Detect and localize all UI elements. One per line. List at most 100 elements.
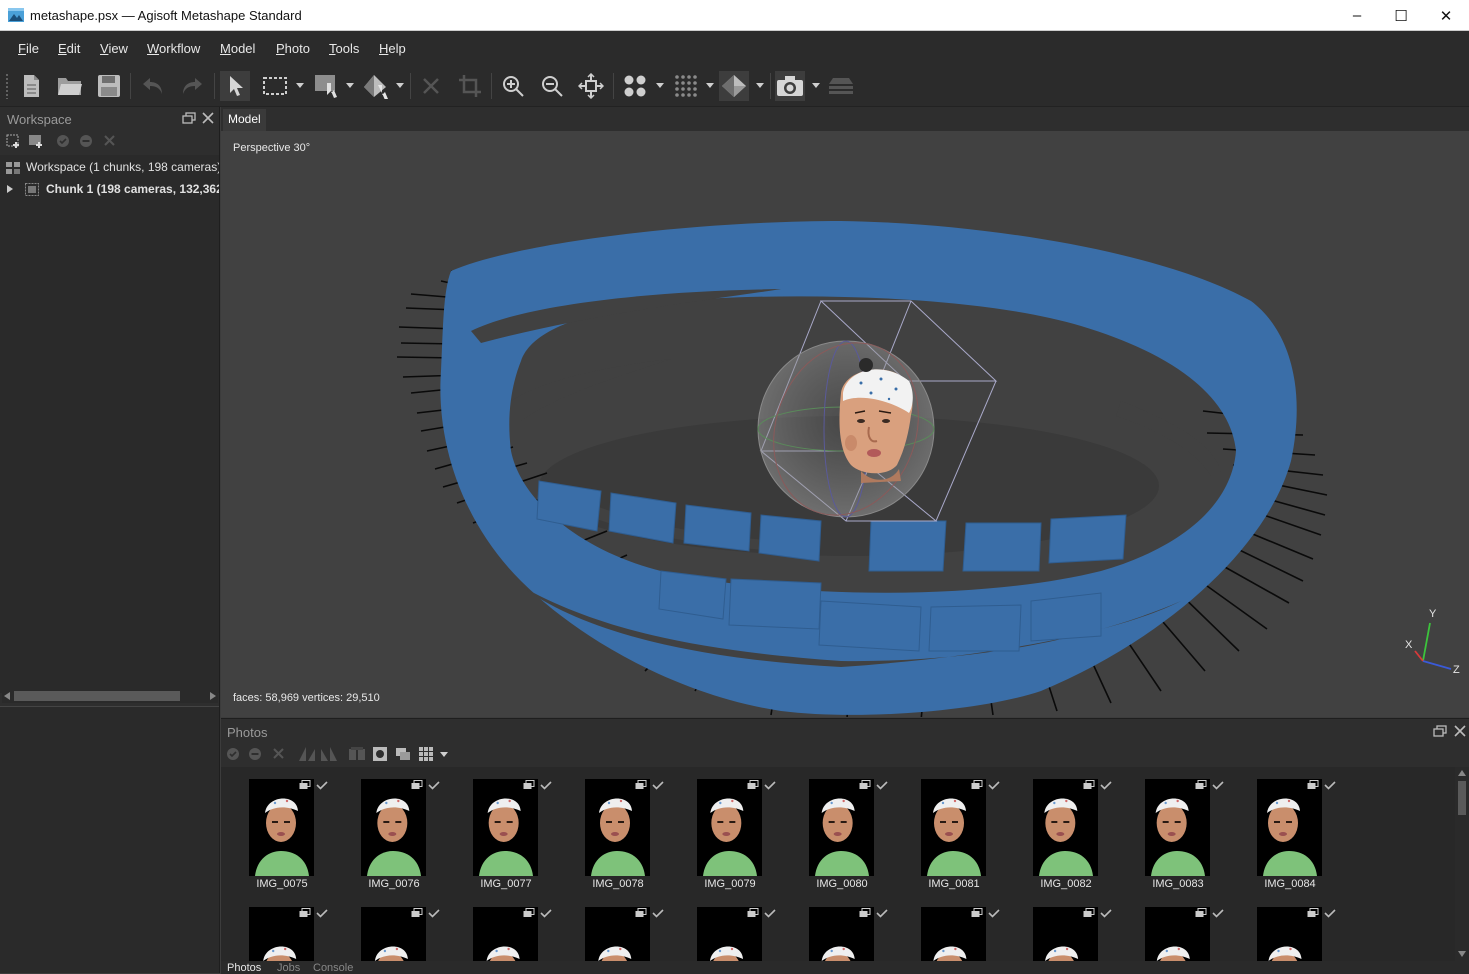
zoom-out-button[interactable]: [537, 71, 567, 101]
photo-thumbnail[interactable]: IMG_0076: [333, 767, 445, 890]
chevron-down-icon[interactable]: [296, 83, 304, 88]
undo-button[interactable]: [138, 71, 168, 101]
scene-svg[interactable]: [221, 131, 1469, 717]
enabled-check-icon[interactable]: [988, 909, 1000, 918]
enabled-check-icon[interactable]: [1100, 781, 1112, 790]
photo-thumbnail[interactable]: [557, 895, 669, 961]
rectangle-selection-button[interactable]: [260, 71, 290, 101]
close-button[interactable]: ✕: [1423, 0, 1469, 31]
photo-thumbnail[interactable]: IMG_0077: [445, 767, 557, 890]
rotate-left-icon[interactable]: [298, 746, 316, 762]
photo-thumbnail[interactable]: IMG_0083: [1117, 767, 1229, 890]
tab-console[interactable]: Console: [313, 962, 353, 974]
model-viewport[interactable]: Perspective 30° faces: 58,969 vertices: …: [221, 131, 1469, 717]
photo-thumbnail[interactable]: [781, 895, 893, 961]
enable-icon[interactable]: [56, 134, 70, 148]
float-pane-icon[interactable]: [182, 112, 196, 124]
new-document-button[interactable]: [16, 71, 46, 101]
enabled-check-icon[interactable]: [1212, 909, 1224, 918]
photo-thumbnail[interactable]: [333, 895, 445, 961]
photo-thumbnail[interactable]: IMG_0079: [669, 767, 781, 890]
photo-thumbnail[interactable]: [1229, 895, 1341, 961]
scroll-right-icon[interactable]: [210, 692, 216, 700]
photos-vertical-scrollbar[interactable]: [1455, 767, 1469, 961]
photo-thumbnail[interactable]: IMG_0084: [1229, 767, 1341, 890]
delete-selection-button[interactable]: [416, 71, 446, 101]
enabled-check-icon[interactable]: [1324, 909, 1336, 918]
point-cloud-button[interactable]: [620, 71, 650, 101]
crop-selection-button[interactable]: [455, 71, 485, 101]
save-button[interactable]: [94, 71, 124, 101]
photo-thumbnail[interactable]: IMG_0075: [221, 767, 333, 890]
open-button[interactable]: [55, 71, 85, 101]
menu-edit[interactable]: Edit: [58, 41, 80, 56]
photo-thumbnail[interactable]: [221, 895, 333, 961]
maximize-button[interactable]: ☐: [1378, 0, 1424, 31]
disable-icon[interactable]: [248, 747, 262, 761]
reset-view-button[interactable]: [576, 71, 606, 101]
photo-thumbnail[interactable]: [1117, 895, 1229, 961]
tab-photos[interactable]: Photos: [227, 962, 261, 974]
chevron-down-icon[interactable]: [346, 83, 354, 88]
enabled-check-icon[interactable]: [1324, 781, 1336, 790]
tab-jobs[interactable]: Jobs: [277, 962, 300, 974]
scroll-down-icon[interactable]: [1458, 951, 1466, 957]
photo-thumbnail[interactable]: IMG_0082: [1005, 767, 1117, 890]
chevron-down-icon[interactable]: [756, 83, 764, 88]
chevron-down-icon[interactable]: [440, 752, 448, 757]
photo-thumbnail[interactable]: [1005, 895, 1117, 961]
move-region-button[interactable]: [312, 71, 342, 101]
expand-arrow-icon[interactable]: [7, 185, 13, 193]
float-pane-icon[interactable]: [1433, 725, 1447, 737]
redo-button[interactable]: [177, 71, 207, 101]
scrollbar-thumb[interactable]: [14, 691, 180, 701]
enabled-check-icon[interactable]: [1212, 781, 1224, 790]
enabled-check-icon[interactable]: [764, 909, 776, 918]
scroll-left-icon[interactable]: [4, 692, 10, 700]
menu-model[interactable]: Model: [220, 41, 255, 56]
enabled-check-icon[interactable]: [988, 781, 1000, 790]
menu-help[interactable]: Help: [379, 41, 406, 56]
enabled-check-icon[interactable]: [652, 909, 664, 918]
chevron-down-icon[interactable]: [396, 83, 404, 88]
scrollbar-thumb[interactable]: [1458, 781, 1466, 815]
photo-thumbnail[interactable]: IMG_0081: [893, 767, 1005, 890]
minimize-button[interactable]: –: [1334, 0, 1380, 31]
chunk-item[interactable]: Chunk 1 (198 cameras, 132,362 points): [5, 181, 219, 203]
remove-icon[interactable]: [103, 134, 116, 147]
close-pane-icon[interactable]: [202, 112, 214, 124]
add-photos-icon[interactable]: [28, 134, 44, 149]
menu-tools[interactable]: Tools: [329, 41, 359, 56]
scroll-up-icon[interactable]: [1458, 770, 1466, 776]
shading-button[interactable]: [361, 71, 391, 101]
chevron-down-icon[interactable]: [812, 83, 820, 88]
masks-icon[interactable]: [348, 746, 366, 762]
remove-icon[interactable]: [272, 747, 285, 760]
enabled-check-icon[interactable]: [316, 909, 328, 918]
show-masks-icon[interactable]: [372, 746, 388, 762]
enabled-check-icon[interactable]: [316, 781, 328, 790]
disable-icon[interactable]: [79, 134, 93, 148]
photo-thumbnail[interactable]: [445, 895, 557, 961]
menu-file[interactable]: File: [18, 41, 39, 56]
photo-info-icon[interactable]: [395, 747, 411, 761]
enabled-check-icon[interactable]: [876, 909, 888, 918]
view-mode-icon[interactable]: [418, 746, 434, 762]
enabled-check-icon[interactable]: [540, 781, 552, 790]
enabled-check-icon[interactable]: [540, 909, 552, 918]
show-cameras-button[interactable]: [775, 71, 805, 101]
enabled-check-icon[interactable]: [876, 781, 888, 790]
dense-cloud-button[interactable]: [671, 71, 701, 101]
chevron-down-icon[interactable]: [706, 83, 714, 88]
toolbar-grip[interactable]: [5, 73, 9, 99]
chevron-down-icon[interactable]: [656, 83, 664, 88]
close-pane-icon[interactable]: [1454, 725, 1466, 737]
enabled-check-icon[interactable]: [1100, 909, 1112, 918]
menu-workflow[interactable]: Workflow: [147, 41, 200, 56]
photo-thumbnail[interactable]: IMG_0078: [557, 767, 669, 890]
enabled-check-icon[interactable]: [652, 781, 664, 790]
add-chunk-icon[interactable]: [6, 134, 21, 149]
model-view-button[interactable]: [719, 71, 749, 101]
enabled-check-icon[interactable]: [428, 781, 440, 790]
rotate-right-icon[interactable]: [320, 746, 338, 762]
